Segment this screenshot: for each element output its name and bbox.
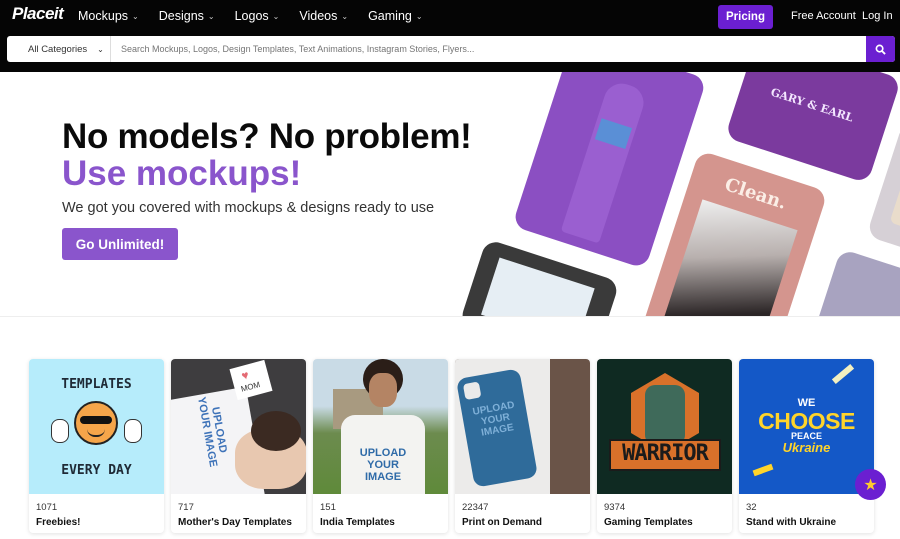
- card-title: India Templates: [320, 517, 395, 528]
- category-cards: TEMPLATES EVERY DAY 1071 Freebies! UPLOA…: [29, 359, 874, 533]
- card-image: UPLOAD YOUR IMAGE: [313, 359, 448, 494]
- nav-item-videos[interactable]: Videos ⌄: [299, 9, 348, 23]
- logo-text: Placeit: [12, 4, 64, 23]
- heart-icon: ♥: [239, 367, 251, 384]
- card-count: 9374: [604, 502, 626, 513]
- collage-text: Clean.: [722, 174, 790, 214]
- card-title: Stand with Ukraine: [746, 517, 837, 528]
- card-count: 1071: [36, 502, 58, 513]
- card-count: 22347: [462, 502, 489, 513]
- search-bar: All Categories ⌄: [7, 36, 895, 62]
- category-card-freebies[interactable]: TEMPLATES EVERY DAY 1071 Freebies!: [29, 359, 164, 533]
- card-art-text: Ukraine: [782, 440, 831, 455]
- login-link[interactable]: Log In: [862, 10, 893, 22]
- nav-label: Logos: [234, 9, 269, 23]
- card-title: Print on Demand: [462, 517, 543, 528]
- category-card-ukraine[interactable]: WE CHOOSE PEACE Ukraine 32 Stand with Uk…: [739, 359, 874, 533]
- nav-item-gaming[interactable]: Gaming ⌄: [368, 9, 422, 23]
- nav-item-logos[interactable]: Logos ⌄: [235, 9, 280, 23]
- nav-label: Gaming: [368, 9, 412, 23]
- card-art-text: EVERY DAY: [61, 463, 132, 478]
- collage-tile-mask-model: [794, 248, 900, 316]
- hero-collage: GARY & EARL Clean.: [430, 72, 900, 316]
- card-image: WARRIOR: [597, 359, 732, 494]
- card-art-text: TEMPLATES: [61, 377, 132, 392]
- category-card-gaming[interactable]: WARRIOR 9374 Gaming Templates: [597, 359, 732, 533]
- nav-label: Designs: [158, 9, 204, 23]
- category-card-mothers-day[interactable]: UPLOAD YOUR IMAGE ♥ MOM 717 Mother's Day…: [171, 359, 306, 533]
- card-count: 717: [178, 502, 194, 513]
- chevron-down-icon: ⌄: [341, 11, 349, 21]
- nav-item-mockups[interactable]: Mockups ⌄: [78, 9, 139, 23]
- chevron-down-icon: ⌄: [415, 11, 423, 21]
- card-image: TEMPLATES EVERY DAY: [29, 359, 164, 494]
- card-count: 32: [746, 502, 757, 513]
- chevron-down-icon: ⌄: [132, 11, 139, 21]
- card-title: Gaming Templates: [604, 517, 693, 528]
- card-art-text: UPLOAD YOUR IMAGE: [471, 399, 516, 439]
- card-title: Mother's Day Templates: [178, 517, 292, 528]
- nav-label: Mockups: [78, 9, 129, 23]
- hero-title-accent: Use mockups!: [62, 154, 302, 193]
- go-unlimited-button[interactable]: Go Unlimited!: [62, 228, 178, 260]
- card-title: Freebies!: [36, 517, 81, 528]
- nav-label: Videos: [299, 9, 338, 23]
- nav-item-designs[interactable]: Designs ⌄: [159, 9, 215, 23]
- collage-text: GARY & EARL: [769, 85, 855, 125]
- main-nav: Mockups ⌄ Designs ⌄ Logos ⌄ Videos ⌄ Gaming ⌄: [78, 9, 423, 23]
- card-image: UPLOAD YOUR IMAGE ♥ MOM: [171, 359, 306, 494]
- chevron-down-icon: ⌄: [97, 44, 104, 54]
- ok-hand-icon: [51, 419, 69, 443]
- category-dropdown[interactable]: All Categories ⌄: [7, 36, 111, 62]
- category-label: All Categories: [28, 43, 88, 55]
- search-icon: [875, 44, 886, 55]
- free-account-link[interactable]: Free Account: [791, 10, 856, 22]
- chevron-down-icon: ⌄: [272, 11, 280, 21]
- whats-new-button[interactable]: ★: [855, 469, 886, 500]
- search-input[interactable]: [111, 36, 866, 62]
- pricing-button[interactable]: Pricing: [718, 5, 773, 29]
- card-art-text: UPLOAD YOUR IMAGE: [359, 447, 407, 483]
- hero-subtitle: We got you covered with mockups & design…: [62, 200, 435, 216]
- card-count: 151: [320, 502, 336, 513]
- category-card-india[interactable]: UPLOAD YOUR IMAGE 151 India Templates: [313, 359, 448, 533]
- search-button[interactable]: [866, 36, 895, 62]
- hero-title: No models? No problem!: [62, 117, 472, 156]
- card-image: WE CHOOSE PEACE Ukraine: [739, 359, 874, 494]
- chevron-down-icon: ⌄: [207, 11, 215, 21]
- hero-banner: No models? No problem! Use mockups! We g…: [0, 72, 900, 317]
- ok-hand-icon: [124, 419, 142, 443]
- card-image: UPLOAD YOUR IMAGE: [455, 359, 590, 494]
- smiley-sunglasses-icon: [74, 401, 118, 445]
- placeit-logo[interactable]: Placeit by envato: [12, 4, 112, 140]
- top-navigation-bar: Placeit by envato Mockups⌄ Designs⌄ Logo…: [0, 0, 900, 140]
- star-icon: ★: [863, 476, 878, 494]
- category-card-print-on-demand[interactable]: UPLOAD YOUR IMAGE 22347 Print on Demand: [455, 359, 590, 533]
- card-art-text: WARRIOR: [622, 441, 709, 466]
